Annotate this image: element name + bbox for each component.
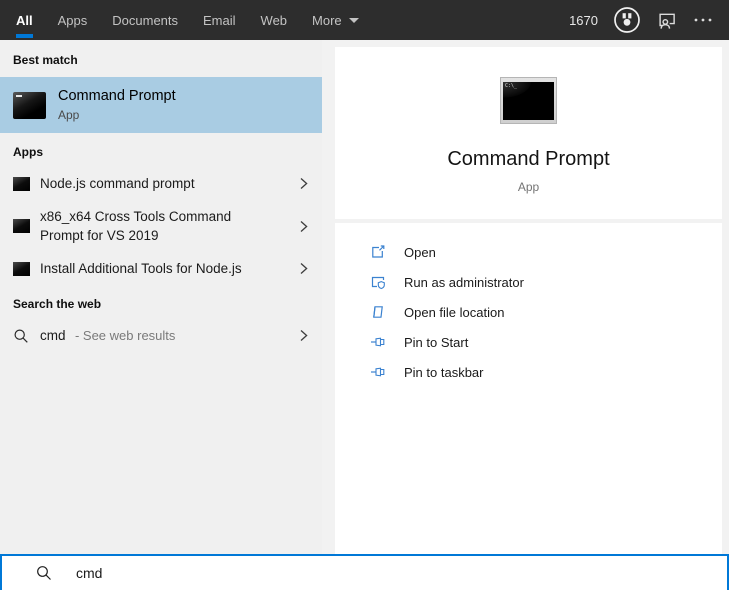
more-options-icon[interactable] <box>693 16 713 24</box>
results-panel: Best match Command Prompt App Apps Node.… <box>0 40 322 554</box>
app-result-label: Install Additional Tools for Node.js <box>40 261 242 276</box>
search-filter-bar: All Apps Documents Email Web More 1670 <box>0 0 729 40</box>
action-open-file-location[interactable]: Open file location <box>335 297 722 327</box>
actions-card: Open Run as administrator Open file loca… <box>335 223 722 554</box>
prompt-text: C:\_ <box>505 83 518 89</box>
tab-documents[interactable]: Documents <box>112 0 178 40</box>
app-result-install-additional-tools[interactable]: Install Additional Tools for Node.js <box>0 252 322 285</box>
tab-all[interactable]: All <box>16 0 33 40</box>
search-icon <box>13 328 29 344</box>
preview-panel: C:\_ Command Prompt App Open Run as admi… <box>322 40 729 554</box>
user-feedback-icon[interactable] <box>656 11 678 30</box>
result-title: Command Prompt <box>58 88 176 104</box>
topbar-right-cluster: 1670 <box>569 6 713 34</box>
app-result-label: x86_x64 Cross Tools Command Prompt for V… <box>40 209 232 243</box>
action-label: Open <box>404 244 436 260</box>
preview-title: Command Prompt <box>447 148 610 170</box>
action-label: Pin to taskbar <box>404 364 484 380</box>
rewards-medal-icon[interactable] <box>613 6 641 34</box>
chevron-right-icon[interactable] <box>297 219 310 234</box>
terminal-app-icon <box>13 261 30 276</box>
command-prompt-icon <box>13 91 46 119</box>
web-search-result[interactable]: cmd - See web results <box>0 319 322 352</box>
command-prompt-icon-large: C:\_ <box>500 77 557 124</box>
chevron-down-icon <box>348 17 359 23</box>
chevron-right-icon[interactable] <box>297 328 310 343</box>
search-bar <box>0 554 729 590</box>
action-open[interactable]: Open <box>335 237 722 267</box>
tab-email[interactable]: Email <box>203 0 236 40</box>
tab-more-label: More <box>312 12 342 28</box>
web-search-query: cmd <box>40 328 66 343</box>
action-label: Run as administrator <box>404 274 524 290</box>
action-label: Pin to Start <box>404 334 469 350</box>
tab-web[interactable]: Web <box>261 0 288 40</box>
preview-card: C:\_ Command Prompt App <box>335 47 722 219</box>
section-header-search-the-web: Search the web <box>13 297 102 311</box>
terminal-app-icon <box>13 219 30 233</box>
pin-icon <box>370 334 386 350</box>
action-run-as-administrator[interactable]: Run as administrator <box>335 267 722 297</box>
tab-more[interactable]: More <box>312 0 359 40</box>
preview-subtitle: App <box>517 180 540 194</box>
open-icon <box>370 244 386 260</box>
filter-tabs: All Apps Documents Email Web More <box>16 0 359 40</box>
terminal-app-icon <box>13 176 30 191</box>
command-prompt-icon-screen: C:\_ <box>503 82 554 120</box>
pin-icon <box>370 364 386 380</box>
action-pin-to-start[interactable]: Pin to Start <box>335 327 722 357</box>
app-result-cross-tools-command-prompt[interactable]: x86_x64 Cross Tools Command Prompt for V… <box>0 200 322 252</box>
chevron-right-icon[interactable] <box>297 261 310 276</box>
admin-shield-icon <box>370 274 386 290</box>
action-pin-to-taskbar[interactable]: Pin to taskbar <box>335 357 722 387</box>
web-search-suffix: - See web results <box>74 328 176 343</box>
web-search-label: cmd - See web results <box>40 326 265 345</box>
app-result-nodejs-command-prompt[interactable]: Node.js command prompt <box>0 167 322 200</box>
best-match-result[interactable]: Command Prompt App <box>0 77 322 133</box>
app-result-label: Node.js command prompt <box>40 176 195 191</box>
search-icon <box>36 565 52 581</box>
action-label: Open file location <box>404 304 505 320</box>
folder-icon <box>370 304 386 320</box>
tab-apps[interactable]: Apps <box>58 0 88 40</box>
section-header-apps: Apps <box>13 145 43 159</box>
rewards-points: 1670 <box>569 12 598 28</box>
result-subtitle: App <box>58 108 80 122</box>
section-header-best-match: Best match <box>13 53 78 67</box>
chevron-right-icon[interactable] <box>297 176 310 191</box>
search-input[interactable] <box>76 556 727 590</box>
